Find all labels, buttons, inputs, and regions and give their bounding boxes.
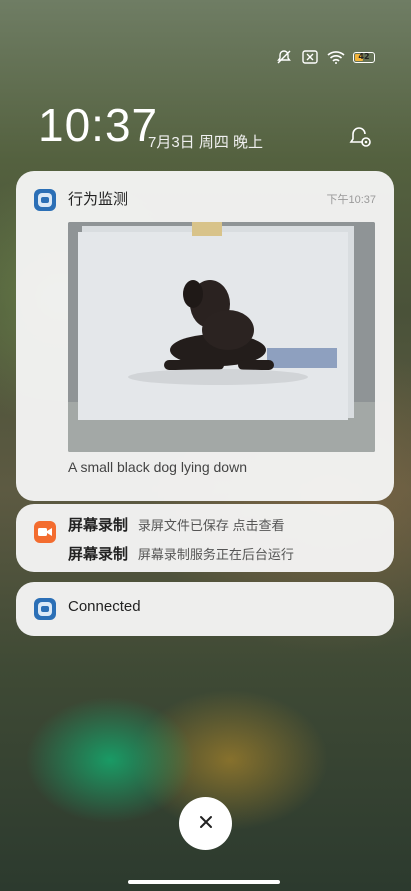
notification-image bbox=[68, 222, 375, 452]
notification-app-name: 屏幕录制 bbox=[68, 546, 129, 563]
notification-line: 屏幕录制 屏幕录制服务正在后台运行 bbox=[68, 543, 294, 564]
notification-text: 录屏文件已保存 点击查看 bbox=[137, 518, 285, 533]
no-sim-icon bbox=[301, 50, 319, 64]
bell-muted-icon bbox=[275, 50, 293, 64]
wifi-icon bbox=[327, 50, 345, 64]
notification-settings-icon[interactable] bbox=[348, 124, 374, 150]
screen-record-icon bbox=[34, 521, 56, 543]
notification-connected[interactable]: Connected bbox=[16, 582, 394, 636]
battery-icon: 42 bbox=[353, 51, 375, 63]
status-bar: 42 bbox=[275, 50, 375, 64]
notification-text: 屏幕录制服务正在后台运行 bbox=[137, 547, 294, 562]
app-icon bbox=[34, 189, 56, 211]
notification-behavior-monitor[interactable]: 行为监测 下午10:37 A small black dog lying dow… bbox=[16, 171, 394, 501]
notification-line: 屏幕录制 录屏文件已保存 点击查看 bbox=[68, 514, 285, 535]
notification-app-name: 屏幕录制 bbox=[68, 517, 129, 534]
notification-screen-record[interactable]: 屏幕录制 录屏文件已保存 点击查看 屏幕录制 屏幕录制服务正在后台运行 bbox=[16, 504, 394, 572]
close-icon bbox=[199, 814, 213, 833]
battery-level: 42 bbox=[358, 51, 370, 61]
notification-timestamp: 下午10:37 bbox=[326, 194, 376, 206]
notification-app-name: 行为监测 bbox=[68, 191, 129, 208]
lockscreen-time: 10:37 bbox=[38, 99, 159, 151]
notification-title: Connected bbox=[68, 598, 141, 615]
app-icon bbox=[34, 598, 56, 620]
clear-notifications-button[interactable] bbox=[179, 797, 232, 850]
lockscreen-date: 7月3日 周四 晚上 bbox=[148, 134, 264, 151]
home-indicator[interactable] bbox=[128, 880, 280, 884]
notification-caption: A small black dog lying down bbox=[68, 459, 247, 475]
